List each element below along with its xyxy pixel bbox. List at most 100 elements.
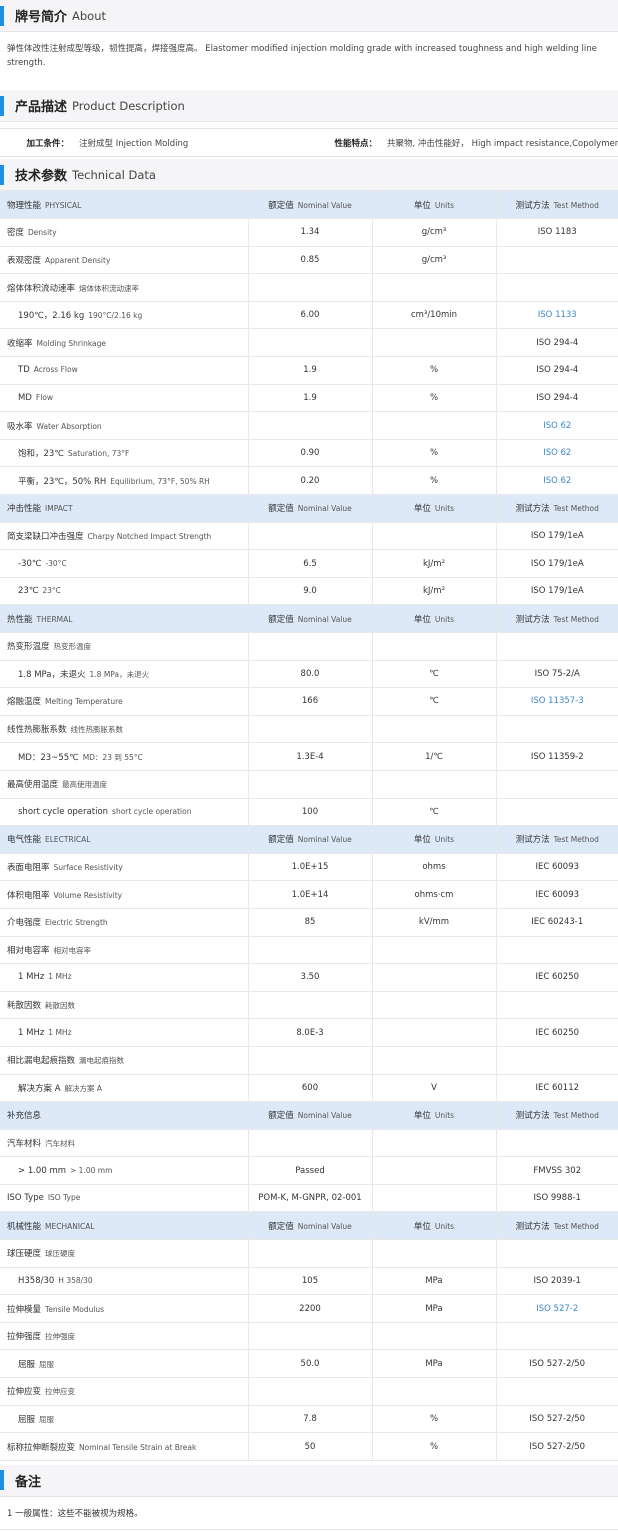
- units-header: 单位 Units: [372, 604, 497, 633]
- unit-value: [372, 411, 497, 440]
- test-method[interactable]: ISO 527-2: [496, 1294, 618, 1323]
- section-bar: [0, 1470, 4, 1491]
- test-method: ISO 294-4: [496, 356, 618, 385]
- nominal-value: 1.0E+14: [248, 880, 373, 909]
- features-label: 性能特点：: [334, 138, 377, 149]
- property-name: 解决方案 A 解决方案 A: [0, 1074, 249, 1103]
- table-row: 介电强度 Electric Strength 85 kV/mm IEC 60243-1: [0, 908, 618, 937]
- table-group-header: 热性能 THERMAL 额定值 Nominal Value 单位 Units 测试方法 Tes…: [0, 604, 618, 633]
- test-method: ISO 294-4: [496, 384, 618, 413]
- test-method[interactable]: ISO 11357-3: [496, 687, 618, 716]
- test-method: ISO 527-2/50: [496, 1349, 618, 1379]
- property-name: 吸水率 Water Absorption: [0, 411, 249, 440]
- property-name: 热变形温度 热变形温度: [0, 632, 249, 661]
- about-title-cn: 牌号简介: [15, 10, 68, 25]
- table-row: H358/30 H 358/30 105 MPa ISO 2039-1: [0, 1267, 618, 1296]
- table-row: 熔融温度 Melting Temperature 166 ℃ ISO 11357-3: [0, 687, 618, 716]
- table-row: 简支梁缺口冲击强度 Charpy Notched Impact Strength I…: [0, 522, 618, 551]
- unit-value: 1/℃: [372, 742, 497, 771]
- property-name: 1 MHz 1 MHz: [0, 963, 249, 992]
- nominal-value: 80.0: [248, 660, 373, 689]
- tech-title-cn: 技术参数: [15, 169, 68, 184]
- unit-value: %: [372, 466, 497, 496]
- nominal-value: 6.00: [248, 301, 373, 330]
- nominal-value: [248, 328, 373, 358]
- nominal-value: 0.20: [248, 466, 373, 496]
- table-row: short cycle operation short cycle operati…: [0, 798, 618, 827]
- test-method: IEC 60093: [496, 880, 618, 909]
- property-name: 线性热膨胀系数 线性热膨胀系数: [0, 715, 249, 744]
- table-row: > 1.00 mm > 1.00 mm Passed FMVSS 302: [0, 1156, 618, 1185]
- tech-title-en: Technical Data: [72, 167, 156, 182]
- property-name: 拉伸强度 拉伸强度: [0, 1322, 249, 1351]
- property-name: 汽车材料 汽车材料: [0, 1129, 249, 1158]
- about-text: 弹性体改性注射成型等级，韧性提高，焊接强度高。 Elastomer modifi…: [7, 44, 597, 68]
- property-name: 拉伸应变 拉伸应变: [0, 1377, 249, 1406]
- nominal-value: 50.0: [248, 1349, 373, 1379]
- test-method: ISO 75-2/A: [496, 660, 618, 689]
- test-method: ISO 179/1eA: [496, 522, 618, 551]
- nominal-header: 额定值 Nominal Value: [248, 604, 373, 633]
- test-method: ISO 2039-1: [496, 1267, 618, 1296]
- nominal-value: [248, 1129, 373, 1158]
- test-method[interactable]: ISO 62: [496, 439, 618, 468]
- nominal-value: 50: [248, 1432, 373, 1461]
- table-row: 熔体体积流动速率 熔体体积流动速率: [0, 273, 618, 302]
- property-name: 1 MHz 1 MHz: [0, 1018, 249, 1047]
- processing-value: 注射成型 Injection Molding: [79, 138, 189, 149]
- table-row: 解决方案 A 解决方案 A 600 V IEC 60112: [0, 1074, 618, 1103]
- unit-value: %: [372, 1432, 497, 1461]
- about-header: 牌号简介 About: [0, 0, 618, 32]
- test-method: [496, 1239, 618, 1268]
- unit-value: kJ/m²: [372, 549, 497, 578]
- unit-value: kJ/m²: [372, 577, 497, 606]
- test-method: ISO 527-2/50: [496, 1432, 618, 1461]
- table-group-header: 冲击性能 IMPACT 额定值 Nominal Value 单位 Units 测试方法 Tes…: [0, 494, 618, 523]
- unit-value: ℃: [372, 798, 497, 827]
- unit-value: %: [372, 384, 497, 413]
- test-method: [496, 273, 618, 302]
- section-bar: [0, 95, 4, 116]
- property-name: 球压硬度 球压硬度: [0, 1239, 249, 1268]
- nominal-value: [248, 522, 373, 551]
- unit-value: [372, 328, 497, 358]
- nominal-value: 7.8: [248, 1405, 373, 1434]
- processing-label: 加工条件：: [26, 138, 69, 149]
- product-header: 产品描述 Product Description: [0, 90, 618, 122]
- test-method: ISO 11359-2: [496, 742, 618, 771]
- unit-value: [372, 632, 497, 661]
- property-name: short cycle operation short cycle operati…: [0, 798, 249, 827]
- test-method: [496, 991, 618, 1020]
- property-name: ISO Type ISO Type: [0, 1184, 249, 1213]
- property-name: 密度 Density: [0, 218, 249, 247]
- test-method: ISO 9988-1: [496, 1184, 618, 1213]
- table-row: 表观密度 Apparent Density 0.85 g/cm³: [0, 246, 618, 275]
- test-method: [496, 770, 618, 799]
- unit-value: [372, 1377, 497, 1406]
- method-header: 测试方法 Test Method: [496, 1101, 618, 1130]
- features-value: 共聚物, 冲击性能好， High impact resistance,Copol…: [387, 138, 618, 149]
- product-title-cn: 产品描述: [15, 100, 68, 115]
- test-method: ISO 527-2/50: [496, 1405, 618, 1434]
- unit-value: [372, 273, 497, 302]
- unit-value: MPa: [372, 1294, 497, 1323]
- nominal-value: [248, 632, 373, 661]
- group-name: 电气性能 ELECTRICAL: [0, 825, 249, 854]
- method-header: 测试方法 Test Method: [496, 1211, 618, 1241]
- table-group-header: 物理性能 PHYSICAL 额定值 Nominal Value 单位 Units 测试方法 T…: [0, 191, 618, 220]
- notes-title: 备注: [15, 1474, 42, 1490]
- property-name: 体积电阻率 Volume Resistivity: [0, 880, 249, 909]
- nominal-value: [248, 770, 373, 799]
- group-name: 冲击性能 IMPACT: [0, 494, 249, 523]
- test-method[interactable]: ISO 1133: [496, 301, 618, 330]
- nominal-value: 0.85: [248, 246, 373, 275]
- test-method[interactable]: ISO 62: [496, 411, 618, 440]
- property-name: TD Across Flow: [0, 356, 249, 385]
- table-row: TD Across Flow 1.9% ISO 294-4: [0, 356, 618, 385]
- nominal-value: 600: [248, 1074, 373, 1103]
- table-row: 190℃，2.16 kg 190°C/2.16 kg 6.00 cm³/10min IS…: [0, 301, 618, 330]
- units-header: 单位 Units: [372, 1211, 497, 1241]
- table-row: 球压硬度 球压硬度: [0, 1239, 618, 1268]
- test-method[interactable]: ISO 62: [496, 466, 618, 496]
- nominal-header: 额定值 Nominal Value: [248, 825, 373, 854]
